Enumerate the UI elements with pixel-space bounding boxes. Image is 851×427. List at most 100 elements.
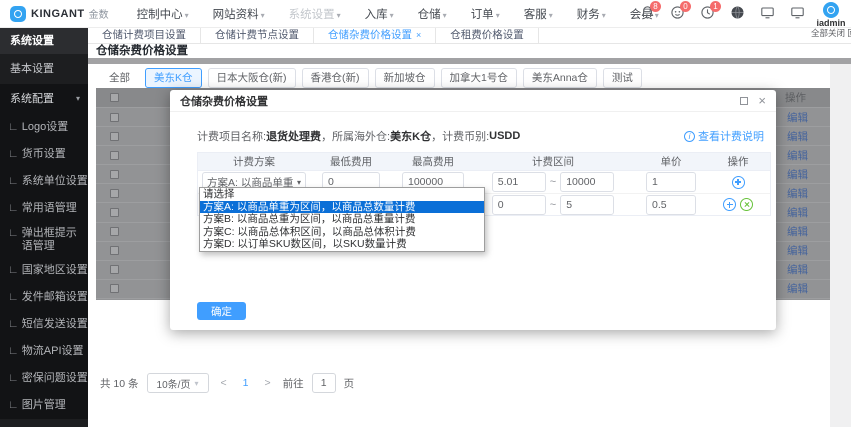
range-to-input[interactable] <box>560 194 615 215</box>
edit-link[interactable]: 编辑 <box>787 148 808 163</box>
branch-icon: ∟ <box>8 291 19 303</box>
add-row-icon[interactable] <box>723 198 736 211</box>
nav-menus: 控制中心 ▾ 网站资料 ▾ 系统设置 ▾ 入库 ▾ 仓储 ▾ 订单 ▾ 客服 ▾ 财务 ▾ 会员… <box>137 6 659 22</box>
sidebar-item-common-phrases[interactable]: ∟ 常用语管理 <box>0 195 88 222</box>
tab-billing-items[interactable]: 仓储计费项目设置 <box>88 28 201 43</box>
range-to-input[interactable] <box>560 172 615 192</box>
sidebar-item-security-questions[interactable]: ∟ 密保问题设置 <box>0 365 88 392</box>
dropdown-option-d[interactable]: 方案D: 以订单SKU数区间，以SKU数量计费 <box>200 238 484 251</box>
dropdown-option-a[interactable]: 方案A: 以商品单重为区间，以商品总数量计费 <box>200 200 484 213</box>
close-all-link[interactable]: 全部关闭 回 <box>811 28 851 38</box>
bell-icon[interactable]: 8 <box>640 1 661 20</box>
chat-icon[interactable]: 0 <box>670 1 691 20</box>
page-size-select[interactable]: 10条/页 ▾ <box>146 373 209 393</box>
filter-all[interactable]: 全部 <box>100 68 139 88</box>
row-checkbox[interactable] <box>110 246 119 256</box>
sidebar-item-popup-prompts[interactable]: ∟ 弹出框提示语管理 <box>0 222 88 257</box>
range-separator: ~ <box>549 198 557 211</box>
dropdown-option-b[interactable]: 方案B: 以商品总重为区间，以商品总重量计费 <box>200 213 484 226</box>
row-checkbox[interactable] <box>110 188 119 198</box>
tab-misc-fee-prices[interactable]: 仓储杂费价格设置 × <box>314 28 437 43</box>
add-row-icon[interactable] <box>731 175 745 189</box>
sidebar-item-currency-settings[interactable]: ∟ 货币设置 <box>0 141 88 168</box>
row-checkbox[interactable] <box>110 131 119 141</box>
filter-us-east-anna[interactable]: 美东Anna仓 <box>522 68 597 88</box>
close-icon[interactable]: × <box>416 30 421 40</box>
scheme-select-dropdown: 请选择 方案A: 以商品单重为区间，以商品总数量计费 方案B: 以商品总重为区间… <box>199 187 485 252</box>
sidebar-item-basic-settings[interactable]: 基本设置 <box>0 54 88 84</box>
branch-icon: ∟ <box>8 399 19 411</box>
currency-code: USDD <box>489 130 521 142</box>
nav-menu-warehouse[interactable]: 仓储 ▾ <box>418 6 447 22</box>
row-checkbox[interactable] <box>110 208 119 218</box>
filter-japan-osaka[interactable]: 日本大阪仓(新) <box>207 68 296 88</box>
nav-menu-inbound[interactable]: 入库 ▾ <box>365 6 394 22</box>
filter-singapore[interactable]: 新加坡仓 <box>374 68 435 88</box>
filter-canada-1[interactable]: 加拿大1号仓 <box>440 68 517 88</box>
col-actions: 操作 <box>727 156 749 168</box>
sidebar-item-sender-mailbox[interactable]: ∟ 发件邮箱设置 <box>0 284 88 311</box>
brand-logo[interactable]: KINGANT 金数 <box>10 5 109 22</box>
goto-page-input[interactable] <box>311 373 336 393</box>
globe-icon[interactable] <box>730 5 745 20</box>
current-page[interactable]: 1 <box>239 377 253 389</box>
filter-us-east-k[interactable]: 美东K仓 <box>145 68 202 88</box>
nav-menu-control-center[interactable]: 控制中心 ▾ <box>137 6 189 22</box>
select-all-checkbox[interactable] <box>110 93 119 102</box>
monitor-icon[interactable] <box>760 5 775 20</box>
unit-price-input[interactable] <box>646 172 696 192</box>
chat-badge: 0 <box>680 1 691 12</box>
row-checkbox[interactable] <box>110 284 119 294</box>
edit-link[interactable]: 编辑 <box>787 186 808 201</box>
dropdown-option-placeholder[interactable]: 请选择 <box>200 188 484 201</box>
next-page-button[interactable]: > <box>261 377 275 389</box>
row-checkbox[interactable] <box>110 112 119 122</box>
remove-row-icon[interactable] <box>740 198 753 211</box>
nav-menu-site-data[interactable]: 网站资料 ▾ <box>213 6 265 22</box>
confirm-button[interactable]: 确定 <box>197 302 246 320</box>
avatar[interactable] <box>823 2 839 18</box>
range-from-input[interactable] <box>491 172 546 192</box>
edit-link[interactable]: 编辑 <box>787 281 808 296</box>
billing-item-name: 退货处理费 <box>266 131 322 143</box>
maximize-icon[interactable] <box>740 96 749 105</box>
chevron-down-icon: ▾ <box>296 177 301 187</box>
monitor-2-icon[interactable] <box>790 5 805 20</box>
prev-page-button[interactable]: < <box>217 377 231 389</box>
edit-link[interactable]: 编辑 <box>787 167 808 182</box>
row-checkbox[interactable] <box>110 169 119 179</box>
edit-link[interactable]: 编辑 <box>787 110 808 125</box>
edit-link[interactable]: 编辑 <box>787 129 808 144</box>
chevron-down-icon: ▾ <box>442 10 447 20</box>
sidebar-item-unit-settings[interactable]: ∟ 系统单位设置 <box>0 168 88 195</box>
tab-rent-fee-prices[interactable]: 仓租费价格设置 <box>436 28 539 43</box>
sidebar-item-sms-settings[interactable]: ∟ 短信发送设置 <box>0 311 88 338</box>
row-checkbox[interactable] <box>110 150 119 160</box>
nav-menu-orders[interactable]: 订单 ▾ <box>471 6 500 22</box>
sidebar-item-image-management[interactable]: ∟ 图片管理 <box>0 392 88 419</box>
close-icon[interactable]: × <box>758 94 766 107</box>
edit-link[interactable]: 编辑 <box>787 243 808 258</box>
sidebar-item-logistics-api[interactable]: ∟ 物流API设置 <box>0 338 88 365</box>
sidebar-item-logo-settings[interactable]: ∟ Logo设置 <box>0 114 88 141</box>
row-checkbox[interactable] <box>110 227 119 237</box>
nav-menu-service[interactable]: 客服 ▾ <box>524 6 553 22</box>
view-billing-help-link[interactable]: i 查看计费说明 <box>684 128 764 144</box>
sidebar-group-system-config[interactable]: 系统配置 ▾ <box>0 84 88 114</box>
nav-menu-system-settings[interactable]: 系统设置 ▾ <box>289 6 341 22</box>
unit-price-input[interactable] <box>646 194 696 215</box>
row-checkbox[interactable] <box>110 265 119 275</box>
clock-icon[interactable]: 1 <box>700 1 721 20</box>
edit-link[interactable]: 编辑 <box>787 262 808 277</box>
edit-link[interactable]: 编辑 <box>787 205 808 220</box>
nav-menu-finance[interactable]: 财务 ▾ <box>577 6 606 22</box>
filter-hongkong[interactable]: 香港仓(新) <box>301 68 369 88</box>
edit-link[interactable]: 编辑 <box>787 224 808 239</box>
range-separator: ~ <box>549 176 557 188</box>
dropdown-option-c[interactable]: 方案C: 以商品总体积区间，以商品总体积计费 <box>200 226 484 239</box>
range-from-input[interactable] <box>491 194 546 215</box>
filter-test[interactable]: 测试 <box>602 68 642 88</box>
tab-billing-nodes[interactable]: 仓储计费节点设置 <box>201 28 314 43</box>
sidebar-item-regions[interactable]: ∟ 国家地区设置 <box>0 257 88 284</box>
branch-icon: ∟ <box>8 372 19 384</box>
